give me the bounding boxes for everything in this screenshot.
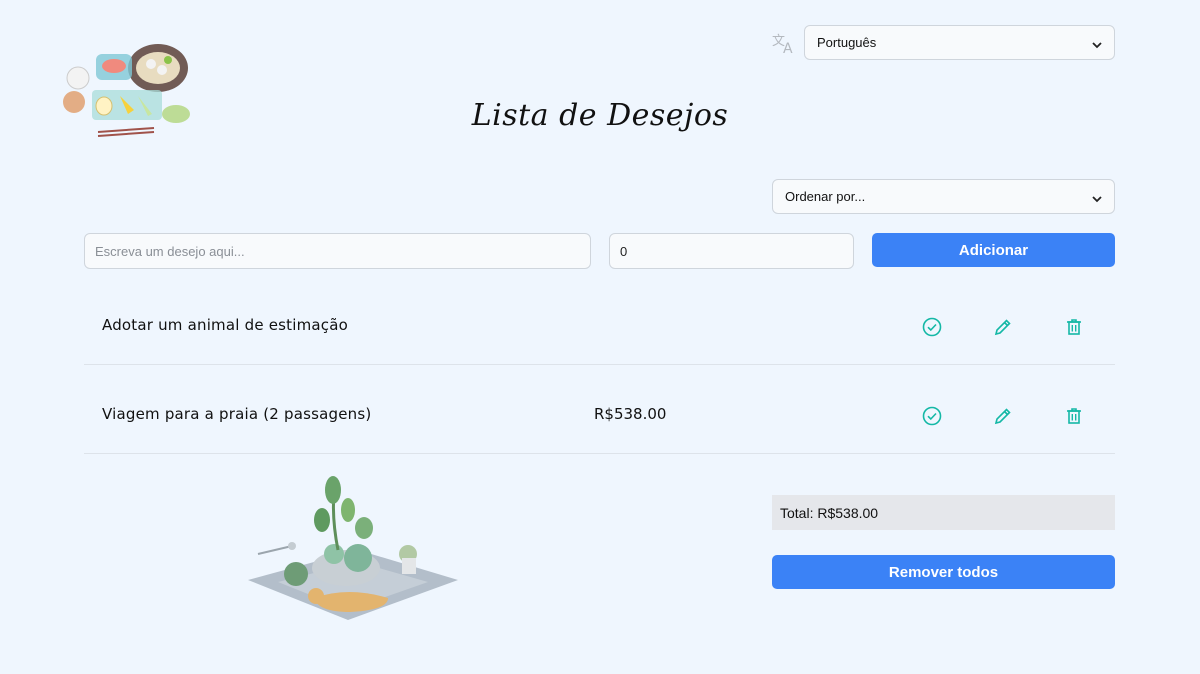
plant-illustration: [238, 470, 460, 642]
language-select-value: Português: [817, 35, 877, 50]
list-item: Adotar um animal de estimação: [84, 276, 1115, 365]
list-item: Viagem para a praia (2 passagens) R$538.…: [84, 365, 1115, 454]
wish-price: R$538.00: [594, 405, 667, 423]
trash-icon[interactable]: [1064, 406, 1084, 426]
food-illustration: [58, 40, 200, 144]
total-display: Total: R$538.00: [772, 495, 1115, 530]
sort-select[interactable]: Ordenar por...: [772, 179, 1115, 214]
pencil-icon[interactable]: [993, 317, 1013, 337]
add-button[interactable]: Adicionar: [872, 233, 1115, 267]
chevron-down-icon: [1092, 38, 1102, 48]
page-title: Lista de Desejos: [471, 98, 729, 133]
total-label: Total:: [780, 504, 814, 521]
total-value: R$538.00: [817, 504, 879, 521]
wish-input-placeholder: Escreva um desejo aqui...: [95, 243, 245, 259]
chevron-down-icon: [1092, 192, 1102, 202]
wish-input[interactable]: Escreva um desejo aqui...: [84, 233, 591, 269]
translate-icon: 文 A: [771, 31, 797, 57]
price-input[interactable]: 0: [609, 233, 854, 269]
wish-name: Viagem para a praia (2 passagens): [102, 405, 372, 423]
language-select[interactable]: Português: [804, 25, 1115, 60]
check-circle-icon[interactable]: [922, 406, 942, 426]
svg-text:A: A: [783, 41, 793, 55]
wish-name: Adotar um animal de estimação: [102, 316, 349, 334]
pencil-icon[interactable]: [993, 406, 1013, 426]
check-circle-icon[interactable]: [922, 317, 942, 337]
remove-all-button[interactable]: Remover todos: [772, 555, 1115, 589]
price-input-value: 0: [620, 243, 628, 259]
trash-icon[interactable]: [1064, 317, 1084, 337]
sort-select-value: Ordenar por...: [785, 189, 866, 204]
